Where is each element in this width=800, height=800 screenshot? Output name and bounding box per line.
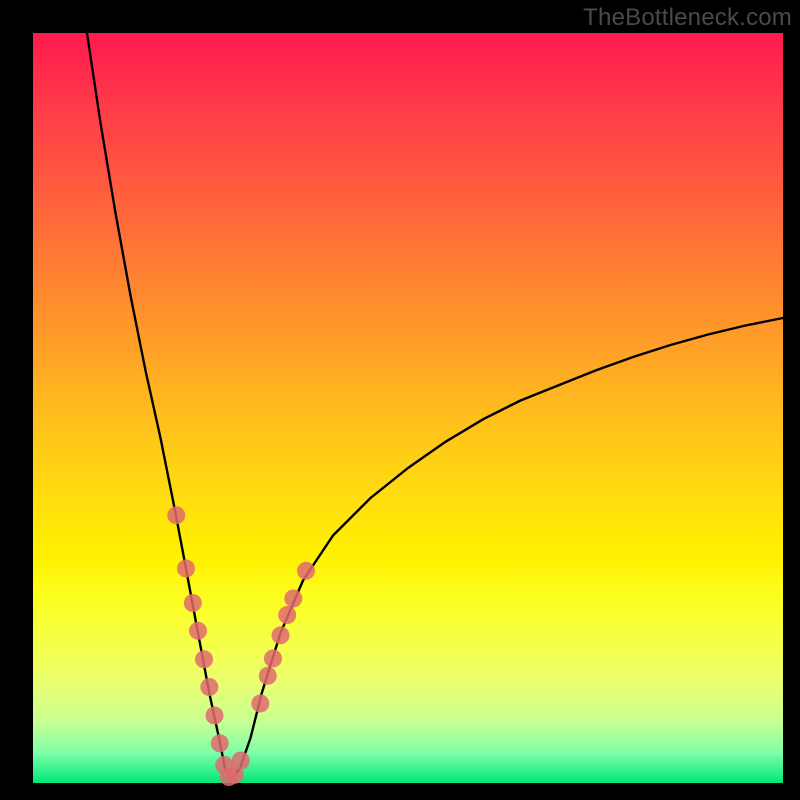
marker-dot: [259, 667, 277, 685]
marker-group: [167, 506, 315, 786]
marker-dot: [211, 734, 229, 752]
marker-dot: [272, 626, 290, 644]
marker-dot: [297, 562, 315, 580]
marker-dot: [264, 650, 282, 668]
marker-dot: [167, 506, 185, 524]
marker-dot: [284, 590, 302, 608]
marker-dot: [200, 678, 218, 696]
marker-dot: [251, 695, 269, 713]
marker-dot: [206, 707, 224, 725]
main-curve: [87, 33, 783, 779]
marker-dot: [184, 594, 202, 612]
watermark-text: TheBottleneck.com: [583, 4, 792, 32]
marker-dot: [189, 622, 207, 640]
marker-dot: [177, 560, 195, 578]
marker-dot: [232, 752, 250, 770]
marker-dot: [195, 650, 213, 668]
curve-layer: [33, 33, 783, 783]
v-curve: [87, 33, 783, 779]
marker-dot: [278, 606, 296, 624]
chart-frame: TheBottleneck.com: [0, 0, 800, 800]
